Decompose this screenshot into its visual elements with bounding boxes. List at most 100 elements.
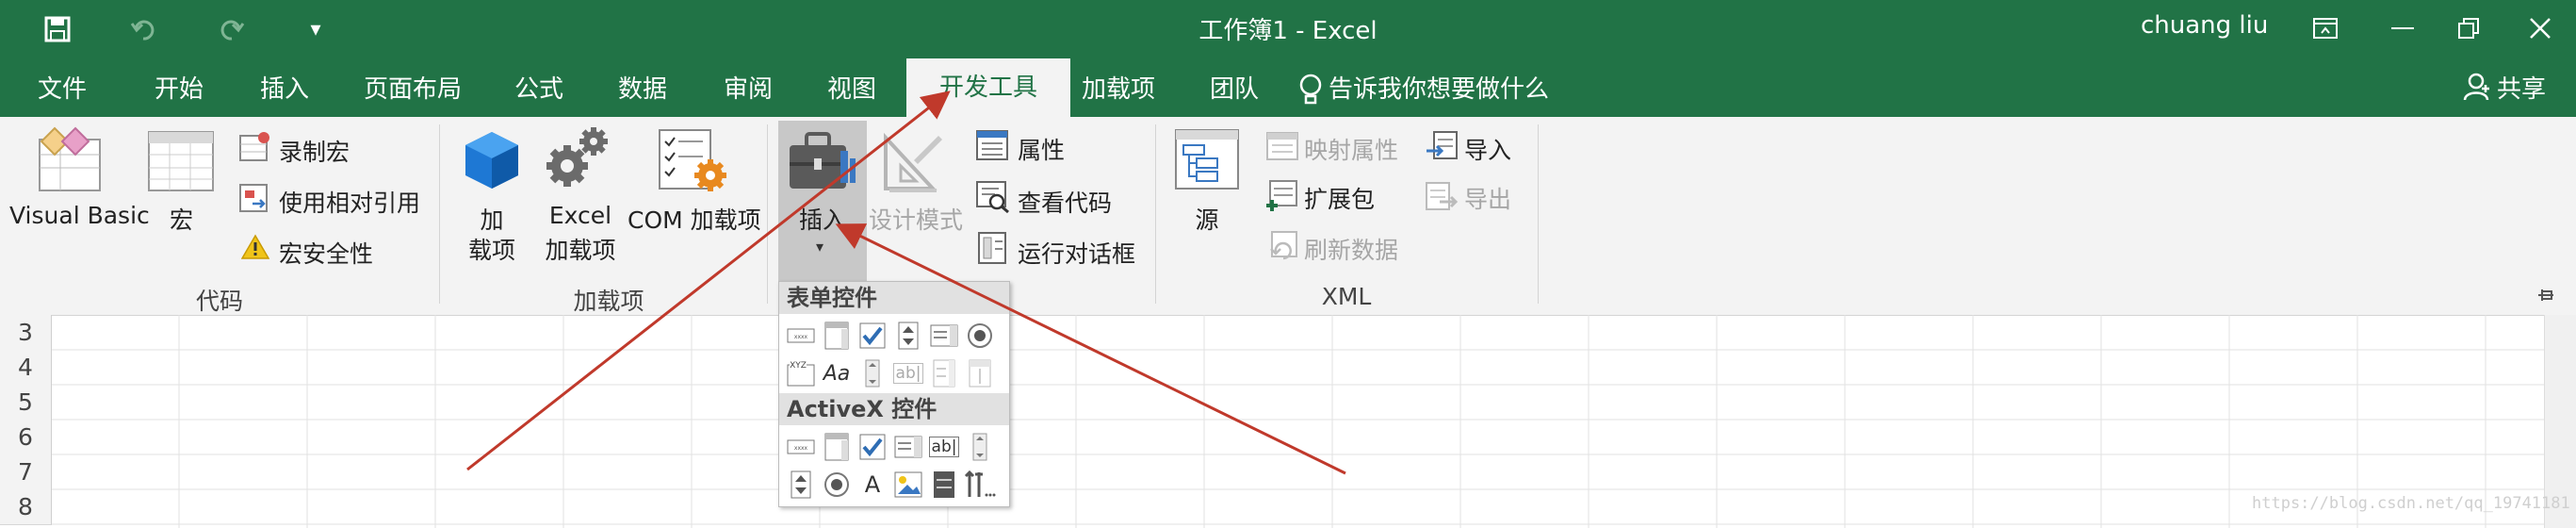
tell-me-search[interactable]: 告诉我你想要做什么	[1329, 70, 1549, 109]
group-separator	[1155, 124, 1156, 304]
option-button-form-control-icon[interactable]	[964, 320, 996, 352]
combo-box-activex-icon[interactable]	[821, 431, 853, 463]
image-activex-icon[interactable]	[892, 469, 924, 501]
checkbox-form-control-icon[interactable]	[856, 320, 889, 352]
design-mode-label[interactable]: 设计模式	[869, 202, 963, 236]
row-header[interactable]: 3	[0, 315, 52, 351]
view-code-label[interactable]: 查看代码	[1018, 185, 1112, 219]
excel-addins-label-2[interactable]: 加载项	[541, 232, 620, 266]
share-button[interactable]: 共享	[2497, 70, 2546, 109]
tab-developer[interactable]: 开发工具	[906, 58, 1070, 117]
share-person-icon[interactable]	[2463, 72, 2493, 106]
row-header[interactable]: 6	[0, 420, 52, 455]
macros-label[interactable]: 宏	[170, 202, 193, 236]
map-properties-label[interactable]: 映射属性	[1304, 132, 1398, 166]
macro-security-label[interactable]: 宏安全性	[279, 236, 373, 270]
worksheet-grid[interactable]: 3 4 5 6 7 8	[0, 315, 2576, 528]
spin-button-form-control-icon[interactable]	[892, 320, 924, 352]
warning-icon[interactable]	[240, 234, 270, 264]
tab-addins[interactable]: 加载项	[1082, 70, 1155, 109]
xml-source-label[interactable]: 源	[1174, 202, 1240, 236]
tab-insert[interactable]: 插入	[260, 70, 309, 109]
xml-source-icon[interactable]	[1174, 128, 1240, 198]
properties-label[interactable]: 属性	[1018, 132, 1065, 166]
expansion-packs-label[interactable]: 扩展包	[1304, 181, 1375, 215]
toolbox-icon[interactable]	[788, 130, 859, 196]
excel-addins-label-1[interactable]: Excel	[541, 202, 620, 229]
list-box-form-control-icon[interactable]	[928, 320, 960, 352]
ribbon-display-options-icon[interactable]	[2297, 9, 2354, 47]
excel-addins-gear-icon[interactable]	[545, 124, 612, 196]
xml-export-label[interactable]: 导出	[1464, 181, 1511, 215]
insert-controls-label[interactable]: 插入	[778, 202, 867, 236]
visual-basic-label[interactable]: Visual Basic	[9, 202, 150, 229]
tab-page-layout[interactable]: 页面布局	[364, 70, 462, 109]
spin-button-activex-icon[interactable]	[785, 469, 817, 501]
view-code-icon[interactable]	[976, 181, 1010, 217]
xml-import-icon[interactable]	[1425, 130, 1459, 166]
restore-icon[interactable]	[2440, 9, 2497, 47]
row-header[interactable]: 8	[0, 489, 52, 525]
refresh-data-label[interactable]: 刷新数据	[1304, 232, 1398, 266]
relative-reference-label[interactable]: 使用相对引用	[279, 185, 420, 219]
label-form-control-icon[interactable]: Aa	[821, 357, 853, 389]
group-box-glyph: XYZ	[790, 361, 807, 371]
ribbon: Visual Basic 宏 录制宏 使用相对引用 宏安全性 代码 加 载项 E…	[0, 117, 2576, 316]
tab-view[interactable]: 视图	[827, 70, 876, 109]
xml-import-label[interactable]: 导入	[1464, 132, 1511, 166]
label-activex-icon[interactable]: A	[856, 469, 889, 501]
user-name[interactable]: chuang liu	[2141, 11, 2268, 40]
properties-icon[interactable]	[976, 130, 1008, 164]
option-button-activex-icon[interactable]	[821, 469, 853, 501]
tab-review[interactable]: 审阅	[724, 70, 773, 109]
addins-label-2[interactable]: 载项	[460, 232, 524, 266]
combo-box-form-control-icon[interactable]	[821, 320, 853, 352]
row-header[interactable]: 7	[0, 454, 52, 490]
run-dialog-icon[interactable]	[978, 232, 1008, 268]
record-macro-label[interactable]: 录制宏	[279, 134, 350, 168]
map-properties-icon[interactable]	[1266, 132, 1298, 164]
addins-group-label: 加载项	[573, 288, 644, 315]
visual-basic-icon[interactable]	[32, 126, 107, 196]
text-box-activex-icon[interactable]: ab|	[928, 431, 960, 463]
svg-text:xxxx: xxxx	[794, 445, 808, 452]
xml-group-label: XML	[1321, 283, 1372, 310]
tab-file[interactable]: 文件	[38, 70, 87, 109]
record-macro-icon[interactable]	[239, 130, 271, 166]
combo-drop-down-edit-form-control-icon	[964, 357, 996, 389]
text-box-glyph: ab|	[928, 437, 960, 457]
button-form-control-icon[interactable]: xxxx	[785, 320, 817, 352]
minimize-icon[interactable]	[2374, 9, 2431, 47]
command-button-activex-icon[interactable]: xxxx	[785, 431, 817, 463]
design-mode-icon[interactable]	[880, 128, 946, 198]
tab-home[interactable]: 开始	[155, 70, 204, 109]
group-separator	[767, 124, 768, 304]
pin-ribbon-icon[interactable]	[2535, 287, 2555, 307]
expansion-packs-icon[interactable]	[1264, 179, 1298, 217]
relative-reference-icon[interactable]	[239, 181, 271, 217]
row-header[interactable]: 5	[0, 385, 52, 421]
com-addins-icon[interactable]	[658, 128, 729, 198]
tab-team[interactable]: 团队	[1210, 70, 1259, 109]
addins-icon[interactable]	[464, 130, 520, 194]
title-bar: ▾ 工作簿1 - Excel chuang liu 文件 开始 插入 页面布局 …	[0, 0, 2576, 117]
more-controls-tools-icon[interactable]	[964, 469, 996, 501]
refresh-data-icon[interactable]	[1266, 230, 1298, 266]
toggle-button-activex-icon[interactable]	[928, 469, 960, 501]
tab-formulas[interactable]: 公式	[514, 70, 563, 109]
close-icon[interactable]	[2512, 9, 2568, 47]
row-header[interactable]: 4	[0, 350, 52, 386]
chevron-down-icon[interactable]: ▾	[816, 238, 823, 256]
xml-export-icon[interactable]	[1425, 181, 1459, 217]
addins-label-1[interactable]: 加	[464, 202, 520, 236]
checkbox-activex-icon[interactable]	[856, 431, 889, 463]
scroll-bar-form-control-icon[interactable]	[856, 357, 889, 389]
com-addins-label[interactable]: COM 加载项	[628, 202, 761, 236]
scroll-bar-activex-icon[interactable]	[964, 431, 996, 463]
macros-icon[interactable]	[147, 130, 215, 196]
svg-text:xxxx: xxxx	[794, 334, 808, 340]
tab-data[interactable]: 数据	[618, 70, 667, 109]
run-dialog-label[interactable]: 运行对话框	[1018, 236, 1135, 270]
group-box-form-control-icon[interactable]: XYZ	[785, 357, 817, 389]
list-box-activex-icon[interactable]	[892, 431, 924, 463]
